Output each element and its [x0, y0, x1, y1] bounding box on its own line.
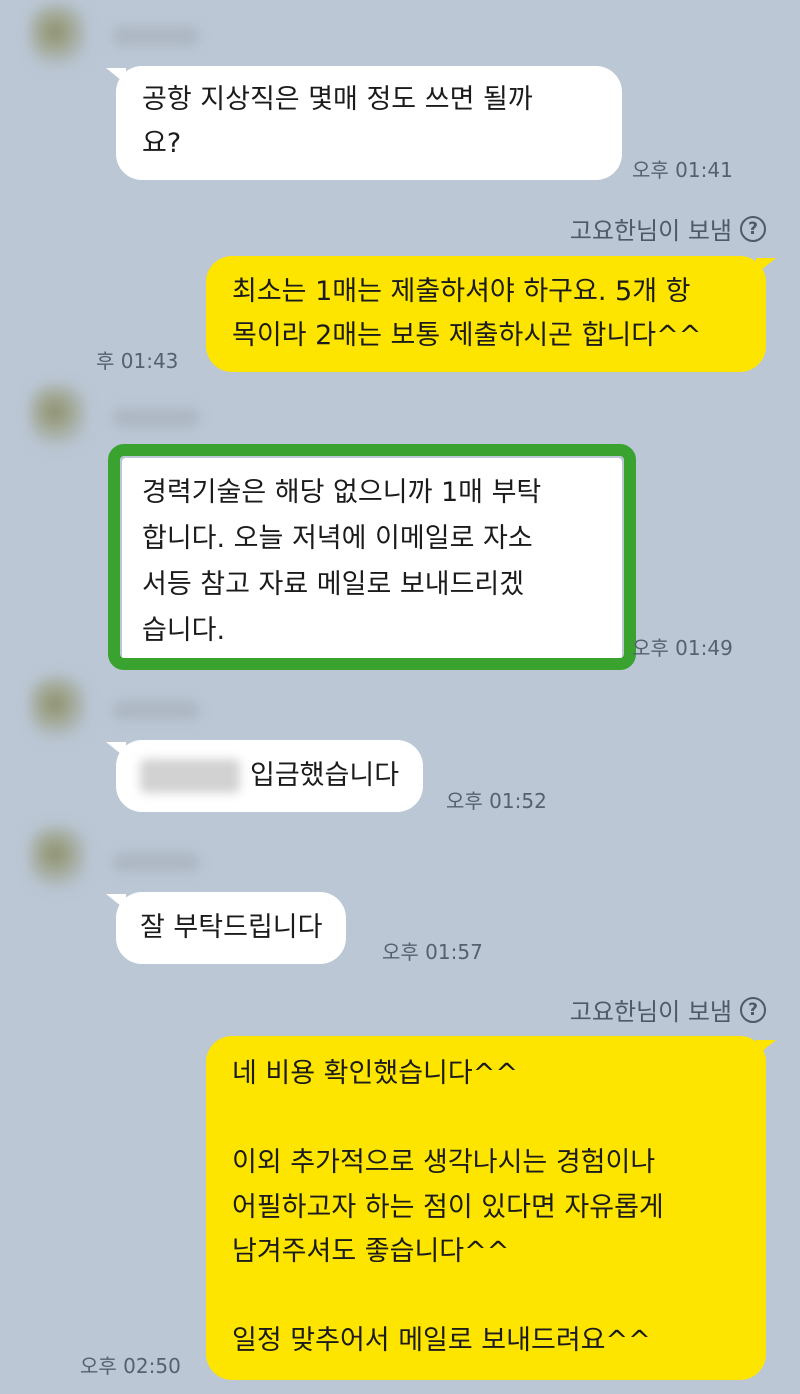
message-time: 오후 01:49	[632, 636, 733, 660]
avatar[interactable]	[30, 4, 86, 66]
avatar[interactable]	[30, 384, 86, 446]
question-circle-icon[interactable]: ?	[740, 996, 766, 1023]
message-bubble-outgoing[interactable]: 네 비용 확인했습니다^^ 이외 추가적으로 생각나시는 경험이나 어필하고자 …	[206, 1036, 766, 1380]
redacted-name	[140, 759, 240, 793]
message-bubble-outgoing[interactable]: 최소는 1매는 제출하셔야 하구요. 5개 항 목이라 2매는 보통 제출하시곤…	[206, 256, 766, 372]
sender-name-blurred	[112, 408, 200, 428]
sender-note: 고요한님이 보냄 ?	[570, 992, 766, 1027]
message-text: 입금했습니다	[250, 760, 400, 791]
question-circle-icon[interactable]: ?	[740, 215, 766, 242]
message-time: 오후 01:41	[632, 158, 733, 182]
avatar[interactable]	[30, 826, 86, 888]
message-bubble-incoming[interactable]: 입금했습니다	[116, 740, 424, 812]
avatar[interactable]	[30, 676, 86, 738]
message-time: 후 01:43	[96, 349, 179, 373]
message-time: 오후 02:50	[80, 1354, 181, 1378]
message-time: 오후 01:52	[446, 789, 547, 813]
sender-name-blurred	[112, 26, 200, 46]
highlight-box	[108, 444, 636, 670]
message-time: 오후 01:57	[382, 940, 483, 964]
sender-name-blurred	[112, 852, 200, 872]
sender-note: 고요한님이 보냄 ?	[570, 211, 766, 246]
message-bubble-incoming[interactable]: 잘 부탁드립니다	[116, 892, 347, 964]
sender-note-label: 고요한님이 보냄	[569, 217, 732, 245]
sender-name-blurred	[112, 700, 200, 720]
message-bubble-incoming[interactable]: 공항 지상직은 몇매 정도 쓰면 될까 요?	[116, 66, 622, 180]
sender-note-label: 고요한님이 보냄	[569, 998, 732, 1026]
